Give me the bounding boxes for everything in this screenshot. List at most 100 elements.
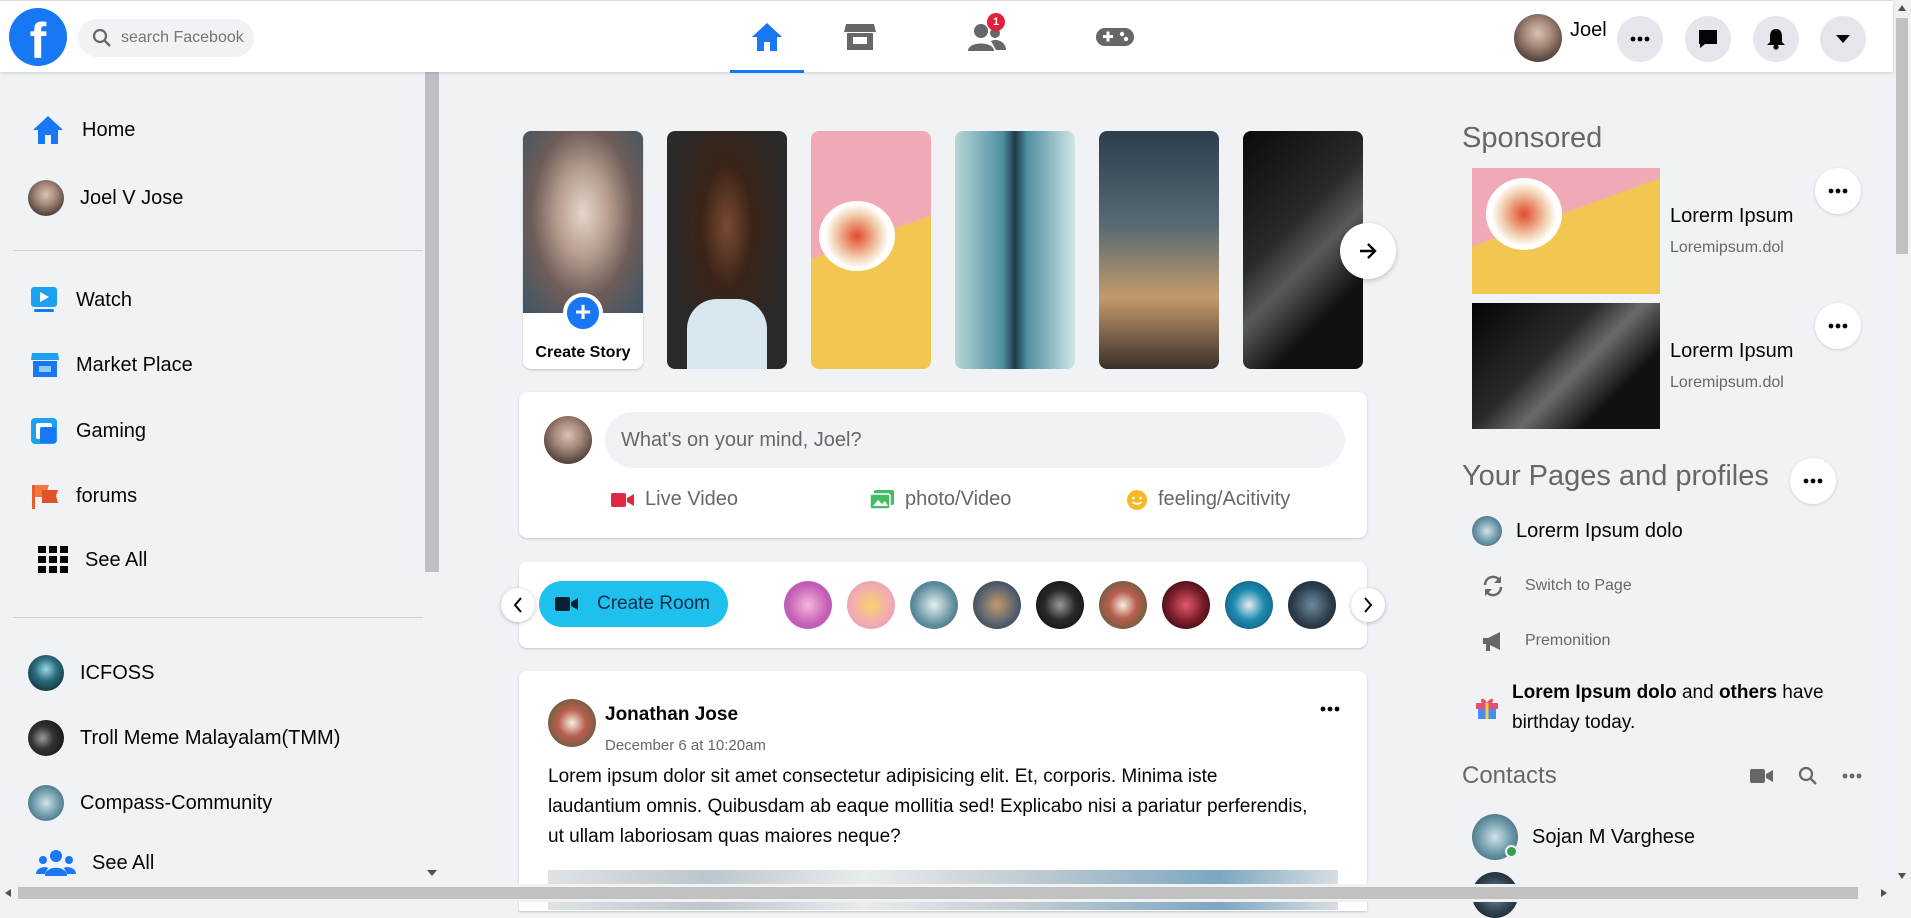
- post-date[interactable]: December 6 at 10:20am: [605, 737, 766, 754]
- sidebar-item-home[interactable]: Home: [30, 114, 135, 146]
- menu-button[interactable]: [1617, 16, 1663, 62]
- live-video-button[interactable]: Live Video: [611, 488, 738, 511]
- story-card[interactable]: [667, 131, 787, 369]
- sidebar-item-forums[interactable]: forums: [30, 482, 137, 510]
- scroll-left-arrow-icon[interactable]: [4, 888, 12, 898]
- search-icon[interactable]: [1798, 766, 1818, 786]
- scroll-up-arrow-icon[interactable]: [1897, 4, 1907, 12]
- notifications-button[interactable]: [1753, 16, 1799, 62]
- post-author[interactable]: Jonathan Jose: [605, 704, 738, 726]
- stories-next-button[interactable]: [1340, 223, 1396, 279]
- switch-to-page-button[interactable]: Switch to Page: [1481, 574, 1632, 598]
- sidebar-group-icfoss[interactable]: ICFOSS: [28, 655, 154, 691]
- scroll-right-arrow-icon[interactable]: [1880, 888, 1888, 898]
- home-icon: [752, 23, 782, 51]
- ad-options-button[interactable]: [1815, 168, 1861, 214]
- scrollbar-thumb[interactable]: [1896, 18, 1908, 254]
- sidebar-item-profile[interactable]: Joel V Jose: [28, 180, 183, 216]
- video-camera-icon[interactable]: [1750, 767, 1774, 785]
- group-avatar: [28, 655, 64, 691]
- plus-icon[interactable]: +: [563, 293, 603, 333]
- sidebar-scrollbar[interactable]: [424, 72, 440, 880]
- room-avatar[interactable]: [847, 581, 895, 629]
- room-avatar[interactable]: [973, 581, 1021, 629]
- avatar: [1514, 14, 1562, 62]
- nav-marketplace[interactable]: [823, 1, 897, 73]
- sidebar-group-compass[interactable]: Compass-Community: [28, 785, 272, 821]
- avatar[interactable]: [548, 699, 596, 747]
- scroll-down-arrow-icon[interactable]: [1897, 872, 1907, 880]
- ad-options-button[interactable]: [1815, 303, 1861, 349]
- logo-letter: f: [29, 13, 47, 66]
- birthday-notice[interactable]: Lorem Ipsum dolo and others have birthda…: [1474, 678, 1842, 738]
- sidebar-item-watch[interactable]: Watch: [30, 286, 132, 314]
- create-room-label: Create Room: [597, 593, 710, 614]
- scrollbar-thumb[interactable]: [425, 72, 439, 572]
- room-avatar[interactable]: [1099, 581, 1147, 629]
- sidebar-item-marketplace[interactable]: Market Place: [30, 351, 193, 379]
- contact-item[interactable]: Sojan M Varghese: [1472, 814, 1695, 860]
- ad-title[interactable]: Lorerm Ipsum: [1670, 340, 1793, 363]
- messenger-button[interactable]: [1685, 16, 1731, 62]
- page-vertical-scrollbar[interactable]: [1893, 0, 1911, 902]
- gift-icon: [1476, 698, 1498, 719]
- more-icon[interactable]: [1320, 706, 1340, 712]
- account-dropdown[interactable]: [1820, 16, 1866, 62]
- ad-title[interactable]: Lorerm Ipsum: [1670, 205, 1793, 228]
- group-avatar: [28, 720, 64, 756]
- room-avatar[interactable]: [1225, 581, 1273, 629]
- sidebar-item-label: Joel V Jose: [80, 186, 184, 209]
- photo-video-button[interactable]: photo/Video: [869, 488, 1011, 511]
- promotion-label: Premonition: [1525, 632, 1611, 649]
- nav-home[interactable]: [730, 1, 804, 73]
- contact-avatar-wrap: [1472, 814, 1518, 860]
- room-avatar[interactable]: [784, 581, 832, 629]
- nav-gaming[interactable]: [1078, 1, 1152, 73]
- facebook-logo[interactable]: f: [9, 8, 67, 66]
- ad-image-detail: [1486, 178, 1562, 250]
- ad-image[interactable]: [1472, 303, 1660, 429]
- scroll-down-arrow-icon[interactable]: [426, 869, 438, 877]
- room-avatar[interactable]: [1288, 581, 1336, 629]
- sidebar-item-gaming[interactable]: Gaming: [30, 417, 146, 445]
- story-card[interactable]: [811, 131, 931, 369]
- feeling-activity-button[interactable]: feeling/Acitivity: [1126, 488, 1290, 511]
- nav-friends[interactable]: 1: [950, 1, 1024, 73]
- room-avatar[interactable]: [910, 581, 958, 629]
- photo-icon: [869, 489, 894, 510]
- sidebar-groups-see-all[interactable]: See All: [36, 848, 154, 878]
- switch-to-page-label: Switch to Page: [1525, 577, 1632, 594]
- megaphone-icon: [1483, 632, 1500, 651]
- composer-input[interactable]: What's on your mind, Joel?: [605, 412, 1345, 468]
- arrow-right-icon: [1360, 243, 1377, 259]
- ad-image[interactable]: [1472, 168, 1660, 294]
- sidebar-item-label: Home: [82, 118, 136, 141]
- room-avatar[interactable]: [1162, 581, 1210, 629]
- watch-icon: [31, 287, 57, 312]
- page-horizontal-scrollbar[interactable]: [0, 884, 1893, 902]
- chevron-right-icon: [1364, 597, 1373, 613]
- contacts-title: Contacts: [1462, 762, 1557, 789]
- promotion-button[interactable]: Premonition: [1481, 629, 1610, 653]
- profile-chip[interactable]: Joel: [1514, 14, 1607, 62]
- group-avatar: [28, 785, 64, 821]
- scrollbar-thumb[interactable]: [18, 887, 1858, 899]
- more-icon[interactable]: [1842, 773, 1862, 779]
- page-item[interactable]: Lorerm Ipsum dolo: [1472, 516, 1683, 546]
- sidebar-item-see-all[interactable]: See All: [37, 545, 147, 575]
- create-story-card[interactable]: + Create Story: [523, 131, 643, 369]
- search-bar[interactable]: [78, 19, 254, 57]
- story-card[interactable]: [955, 131, 1075, 369]
- rooms-prev-button[interactable]: [501, 588, 535, 622]
- search-icon: [92, 28, 111, 47]
- ad-url[interactable]: Loremipsum.dol: [1670, 374, 1784, 392]
- left-sidebar: Home Joel V Jose Watch Market Place Gami…: [0, 72, 440, 880]
- sidebar-group-tmm[interactable]: Troll Meme Malayalam(TMM): [28, 720, 340, 756]
- pages-options-button[interactable]: [1790, 458, 1836, 504]
- story-card[interactable]: [1099, 131, 1219, 369]
- search-input[interactable]: [121, 29, 251, 47]
- ad-url[interactable]: Loremipsum.dol: [1670, 239, 1784, 257]
- create-room-button[interactable]: Create Room: [539, 581, 728, 627]
- room-avatar[interactable]: [1036, 581, 1084, 629]
- rooms-next-button[interactable]: [1351, 588, 1385, 622]
